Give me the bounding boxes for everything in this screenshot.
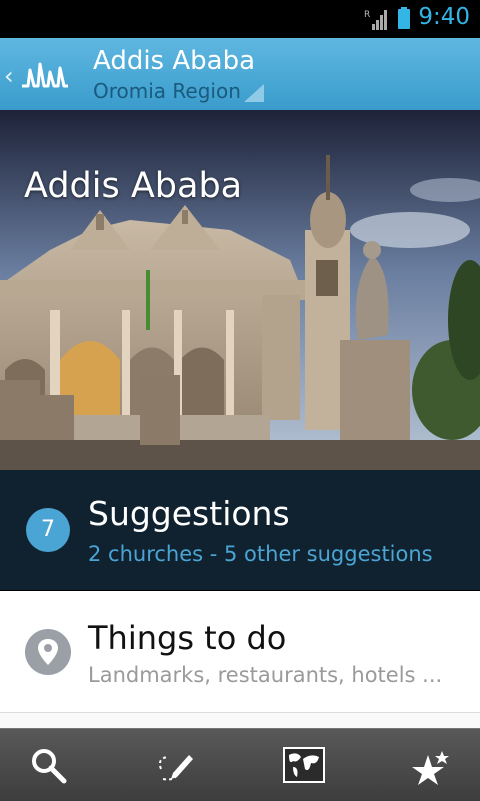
world-map-icon[interactable] (283, 747, 325, 783)
suggestions-row[interactable]: 7 Suggestions 2 churches - 5 other sugge… (0, 470, 480, 590)
suggestions-title: Suggestions (88, 494, 290, 533)
things-to-do-row[interactable]: Things to do Landmarks, restaurants, hot… (0, 591, 480, 713)
status-bar: R 9:40 (0, 0, 480, 38)
battery-icon (398, 7, 410, 29)
header-subtitle[interactable]: Oromia Region (93, 79, 241, 103)
hero-title: Addis Ababa (24, 166, 243, 206)
cathedral-illustration (0, 110, 480, 470)
hero-image: Addis Ababa (0, 110, 480, 470)
bottom-tab-bar (0, 728, 480, 801)
action-bar: ‹ Addis Ababa Oromia Region (0, 38, 480, 110)
clock: 9:40 (418, 4, 470, 30)
app-logo-icon[interactable] (20, 56, 70, 92)
list-continuation (0, 713, 480, 728)
search-icon[interactable] (28, 745, 68, 785)
route-pencil-icon[interactable] (155, 745, 195, 785)
signal-icon: R (364, 10, 387, 30)
suggestions-subtitle: 2 churches - 5 other suggestions (88, 542, 433, 566)
svg-text:R: R (364, 10, 370, 20)
back-chevron-icon[interactable]: ‹ (4, 62, 14, 90)
location-pin-icon (25, 629, 71, 675)
things-to-do-title: Things to do (88, 619, 287, 657)
favorites-stars-icon[interactable] (412, 745, 452, 785)
things-to-do-subtitle: Landmarks, restaurants, hotels ... (88, 663, 443, 687)
dropdown-corner-icon[interactable] (244, 84, 264, 102)
header-title[interactable]: Addis Ababa (93, 46, 255, 76)
suggestions-count-badge: 7 (26, 508, 70, 552)
